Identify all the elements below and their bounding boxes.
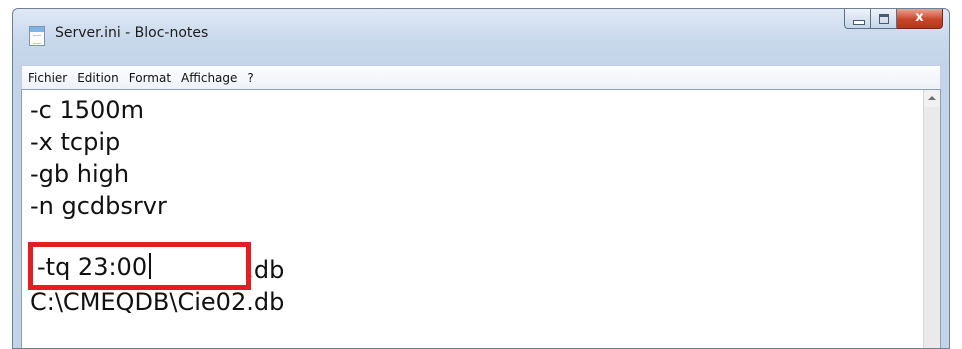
scroll-up-arrow-icon <box>928 96 936 100</box>
scroll-up-button[interactable] <box>924 90 940 107</box>
editor-line: C:\CMEQDB\Cie02.db <box>30 288 285 316</box>
menu-help[interactable]: ? <box>247 71 253 85</box>
editor-line: -x tcpip <box>30 128 121 156</box>
caption-buttons: x <box>844 9 943 29</box>
text-cursor <box>149 253 152 279</box>
text-editor[interactable]: -c 1500m -x tcpip -gb high -n gcdbsrvr C… <box>21 89 941 348</box>
highlighted-line-text: -tq 23:00 <box>37 253 148 281</box>
minimize-button[interactable] <box>844 9 871 29</box>
title-bar[interactable]: Server.ini - Bloc-notes x <box>13 9 949 61</box>
close-button[interactable]: x <box>897 9 943 29</box>
notepad-window: Server.ini - Bloc-notes x Fichier Editio… <box>12 8 950 349</box>
editor-line: -gb high <box>30 160 130 188</box>
menu-format[interactable]: Format <box>129 71 171 85</box>
maximize-button[interactable] <box>871 9 897 29</box>
menu-affichage[interactable]: Affichage <box>181 71 237 85</box>
menu-fichier[interactable]: Fichier <box>28 71 67 85</box>
menu-edition[interactable]: Edition <box>77 71 119 85</box>
highlighted-line: -tq 23:00 <box>37 251 152 283</box>
close-icon: x <box>915 10 924 25</box>
maximize-icon <box>879 14 889 24</box>
window-title: Server.ini - Bloc-notes <box>55 25 209 41</box>
editor-line: -n gcdbsrvr <box>30 192 167 220</box>
minimize-icon <box>853 20 865 25</box>
highlight-annotation: -tq 23:00 <box>28 242 251 290</box>
notepad-icon[interactable] <box>29 26 45 46</box>
vertical-scrollbar[interactable] <box>923 90 940 348</box>
editor-line: -c 1500m <box>30 96 144 124</box>
menu-bar: Fichier Edition Format Affichage ? <box>21 65 941 89</box>
